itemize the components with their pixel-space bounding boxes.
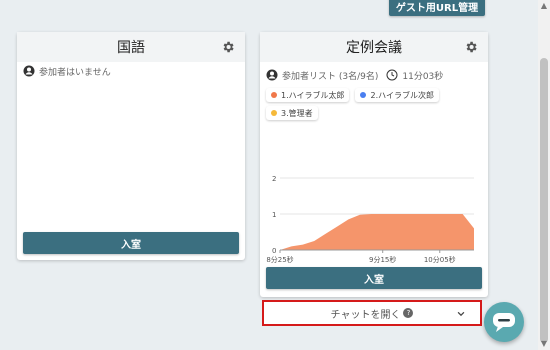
- x-tick-label: 8分25秒: [266, 255, 293, 264]
- guest-url-button[interactable]: ゲスト用URL管理: [389, 0, 485, 16]
- chat-toggle-label: チャットを開く: [330, 309, 401, 321]
- enter-button[interactable]: 入室: [266, 267, 482, 289]
- participant-chip: 3.管理者: [266, 106, 318, 120]
- room-card-header: 定例会議: [260, 32, 488, 62]
- elapsed-time: 11分03秒: [402, 71, 444, 82]
- help-icon: ?: [403, 308, 414, 318]
- participants-row: 参加者はいません: [17, 62, 245, 80]
- y-tick-label: 1: [272, 211, 276, 219]
- chat-fab-button[interactable]: [484, 302, 524, 342]
- participant-dot: [271, 92, 277, 98]
- scroll-up-arrow[interactable]: ▲: [538, 0, 550, 12]
- enter-button[interactable]: 入室: [23, 232, 239, 254]
- participant-name: 3.管理者: [281, 108, 313, 118]
- clock-icon: [386, 69, 398, 81]
- participant-chips: 1.ハイラブル太郎 2.ハイラブル次郎 3.管理者: [260, 84, 472, 124]
- participant-chip: 1.ハイラブル太郎: [266, 88, 350, 102]
- participant-dot: [271, 110, 277, 116]
- chevron-down-icon: [457, 311, 465, 317]
- participants-row: 参加者リスト (3名/9名) 11分03秒: [260, 66, 488, 84]
- activity-chart: 0128分25秒9分15秒10分05秒経過時間: [266, 175, 474, 276]
- room-title: 定例会議: [346, 40, 402, 56]
- participant-name: 2.ハイラブル次郎: [370, 90, 434, 100]
- participants-text: 参加者はいません: [39, 67, 111, 78]
- scroll-down-arrow[interactable]: ▼: [538, 338, 550, 350]
- y-tick-label: 0: [272, 247, 276, 255]
- chat-bubble-icon: [493, 313, 515, 332]
- y-tick-label: 2: [272, 175, 276, 183]
- participants-text: 参加者リスト (3名/9名): [282, 71, 379, 82]
- user-icon: [266, 69, 278, 81]
- participant-name: 1.ハイラブル太郎: [281, 90, 345, 100]
- gear-icon[interactable]: [464, 40, 478, 54]
- scrollbar[interactable]: ▲ ▼: [538, 0, 550, 350]
- gear-icon[interactable]: [221, 40, 235, 54]
- room-card-meeting: 定例会議 参加者リスト (3名/9名) 11分03秒 1.ハイラブル太郎 2.ハ…: [260, 32, 488, 297]
- series-area: [280, 214, 474, 250]
- scrollbar-thumb[interactable]: [540, 58, 548, 343]
- room-title: 国語: [117, 40, 145, 56]
- x-tick-label: 10分05秒: [424, 255, 456, 264]
- participant-dot: [360, 92, 367, 98]
- room-card-kokugo: 国語 参加者はいません 入室: [17, 32, 245, 260]
- chat-toggle[interactable]: チャットを開く ?: [262, 300, 482, 326]
- user-icon: [23, 65, 35, 77]
- participant-chip: 2.ハイラブル次郎: [355, 88, 439, 102]
- room-card-header: 国語: [17, 32, 245, 62]
- x-tick-label: 9分15秒: [369, 255, 396, 264]
